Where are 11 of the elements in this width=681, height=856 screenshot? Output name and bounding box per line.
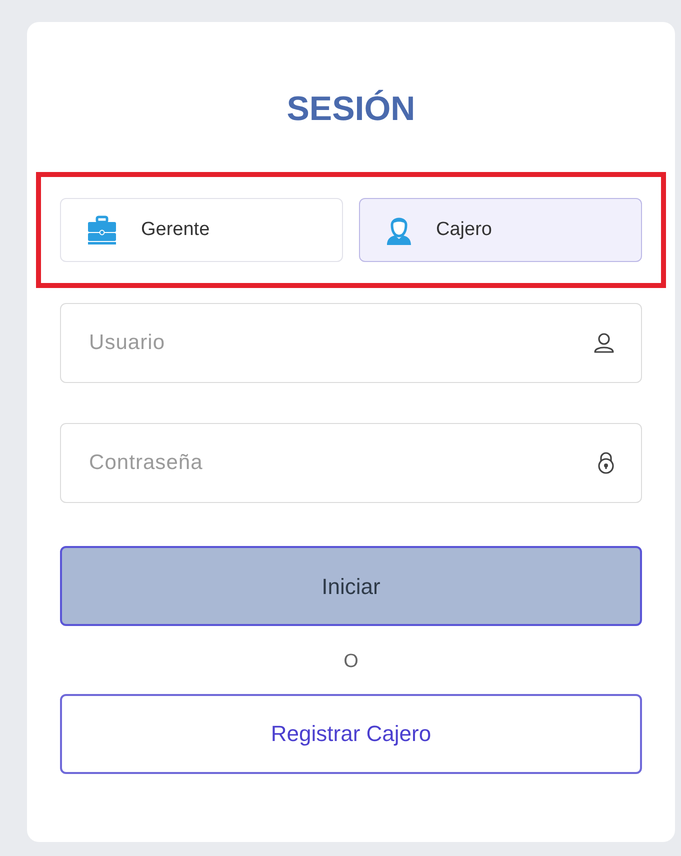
input-field[interactable]: Usuario — [60, 303, 642, 383]
briefcase-icon — [87, 215, 117, 245]
role-button[interactable]: Cajero — [359, 198, 642, 262]
role-button[interactable]: Gerente — [60, 198, 343, 262]
login-button[interactable]: Iniciar — [60, 546, 642, 626]
separator-text: O — [344, 650, 358, 674]
input-field[interactable]: Contraseña — [60, 423, 642, 503]
lock-icon — [596, 451, 616, 475]
register-button[interactable]: Registrar Cajero — [60, 694, 642, 774]
login-title: SESIÓN — [286, 90, 416, 128]
user-icon — [592, 331, 616, 355]
